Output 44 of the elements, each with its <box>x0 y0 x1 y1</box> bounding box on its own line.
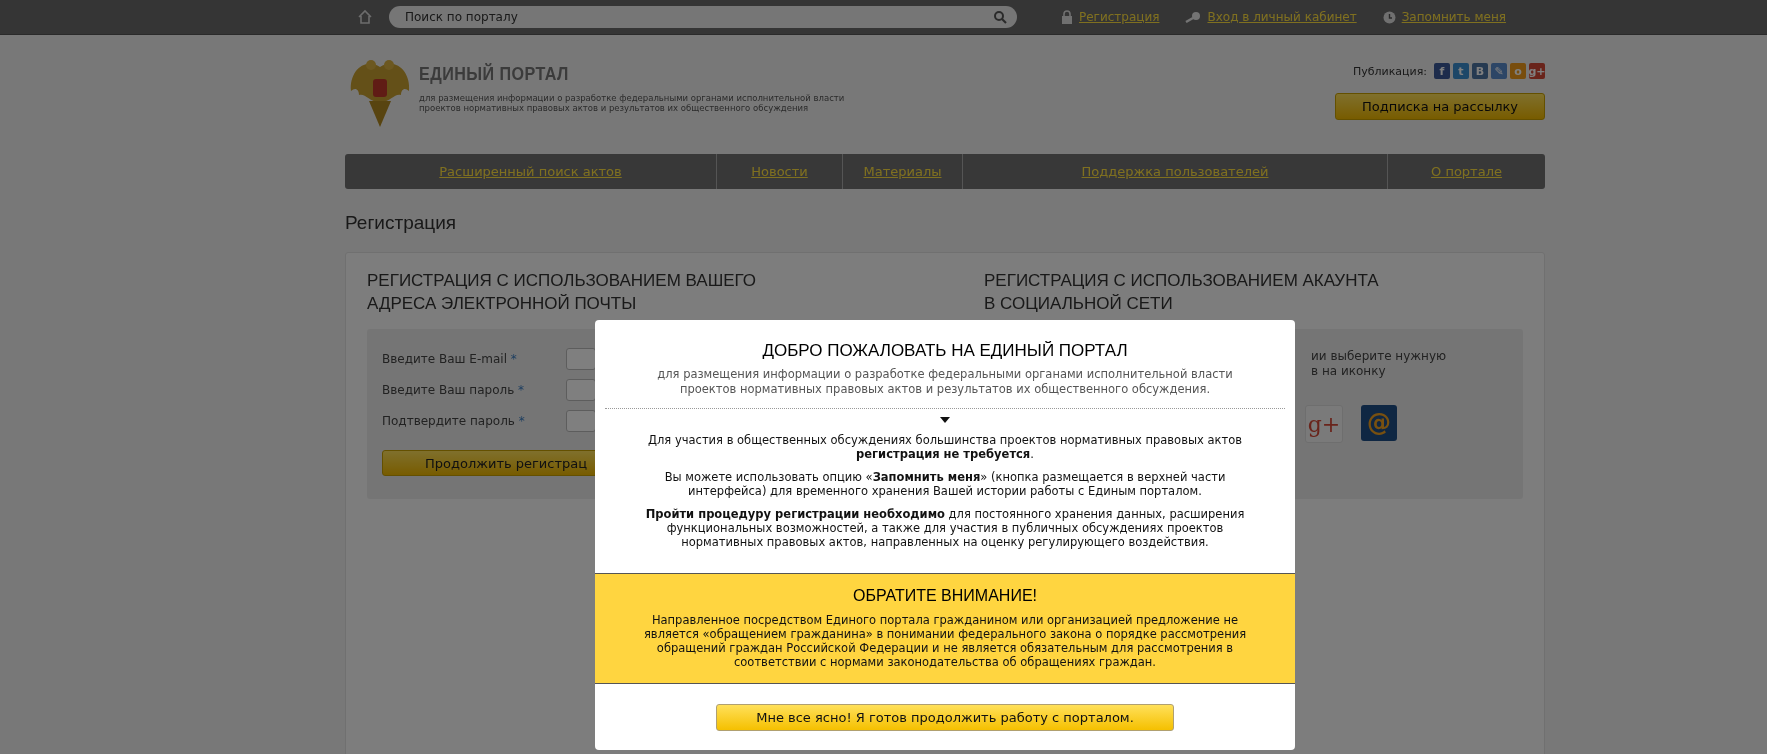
hint-text: ии выберите нужную <box>1311 349 1448 364</box>
dialog-paragraph: Пройти процедуру регистрации необходимо для постоянного хранения данных, расширения функциональных возможностей, а также для участия в публичных обсуждениях проектов нормативных правовых актов, направленных на оценку регулирующего воздействия. <box>644 507 1246 549</box>
nav-link[interactable]: О портале <box>1431 164 1502 179</box>
field-label: Введите Ваш E-mail * <box>382 351 518 366</box>
nav-link[interactable]: Расширенный поиск актов <box>439 164 622 179</box>
social-icon[interactable]: о <box>1510 63 1526 79</box>
social-login-icon[interactable]: @ <box>1361 405 1397 441</box>
portal-title: ЕДИНЫЙ ПОРТАЛ <box>419 63 570 85</box>
portal-subtitle: для размещения информации о разработке федеральными органами исполнительной власти проектов нормативных правовых актов и результатов их общественного обсуждения <box>419 93 846 113</box>
notice-text: Направленное посредством Единого портала гражданином или организацией предложение не является «обращением гражданина» в понимании федерального закона о порядке рассмотрения обращений граждан Российской Федерации и не является обязательным для рассмотрения в соответствии с нормами законодательства об обращениях граждан. <box>642 613 1248 669</box>
top-link[interactable]: Вход в личный кабинет <box>1207 10 1357 24</box>
confirm-button[interactable]: Мне все ясно! Я готов продолжить работу с порталом. <box>716 703 1174 731</box>
subscribe-button[interactable]: Подписка на рассылку <box>1335 93 1545 120</box>
field-label: Введите Ваш пароль * <box>382 382 526 397</box>
nav-link[interactable]: Поддержка пользователей <box>1081 164 1269 179</box>
notice-title: ОБРАТИТЕ ВНИМАНИЕ! <box>852 587 1038 605</box>
section-title: РЕГИСТРАЦИЯ С ИСПОЛЬЗОВАНИЕМ ВАШЕГО АДРЕСА ЭЛЕКТРОННОЙ ПОЧТЫ <box>367 270 758 315</box>
social-icon[interactable]: g+ <box>1529 63 1545 79</box>
down-arrow-icon <box>940 417 950 423</box>
dialog-title: ДОБРО ПОЖАЛОВАТЬ НА ЕДИНЫЙ ПОРТАЛ <box>762 341 1128 361</box>
field-label: Подтвердите пароль * <box>382 413 526 428</box>
nav-link[interactable]: Новости <box>751 164 808 179</box>
input-field[interactable] <box>566 409 596 432</box>
social-icon[interactable]: В <box>1472 63 1488 79</box>
social-icon[interactable]: f <box>1434 63 1450 79</box>
clock-icon <box>1382 10 1396 24</box>
top-link[interactable]: Запомнить меня <box>1401 10 1506 24</box>
share-label: Публикация: <box>1352 64 1427 78</box>
dialog-subtitle: для размещения информации о разработке федеральными органами исполнительной власти проектов нормативных правовых актов и результатов их общественного обсуждения. <box>656 367 1234 397</box>
nav-link[interactable]: Материалы <box>863 164 942 179</box>
lock-icon <box>1061 10 1073 24</box>
input-field[interactable] <box>566 347 596 370</box>
social-icon[interactable]: ✎ <box>1491 63 1507 79</box>
key-icon <box>1185 11 1202 23</box>
search-field[interactable]: Поиск по порталу <box>389 6 1017 28</box>
social-login-icon[interactable]: g+ <box>1305 405 1343 443</box>
input-field[interactable] <box>566 378 596 401</box>
search-icon[interactable] <box>993 10 1007 24</box>
section-title: РЕГИСТРАЦИЯ С ИСПОЛЬЗОВАНИЕМ АКАУНТА В СОЦИАЛЬНОЙ СЕТИ <box>984 270 1380 315</box>
top-link[interactable]: Регистрация <box>1079 10 1160 24</box>
page-title: Регистрация <box>345 212 458 235</box>
hint-text: в на иконку <box>1311 364 1387 379</box>
dialog-paragraph: Вы можете использовать опцию «Запомнить меня» (кнопка размещается в верхней части интерфейса) для временного хранения Вашей истории работы с Единым порталом. <box>663 470 1227 498</box>
social-icon[interactable]: t <box>1453 63 1469 79</box>
